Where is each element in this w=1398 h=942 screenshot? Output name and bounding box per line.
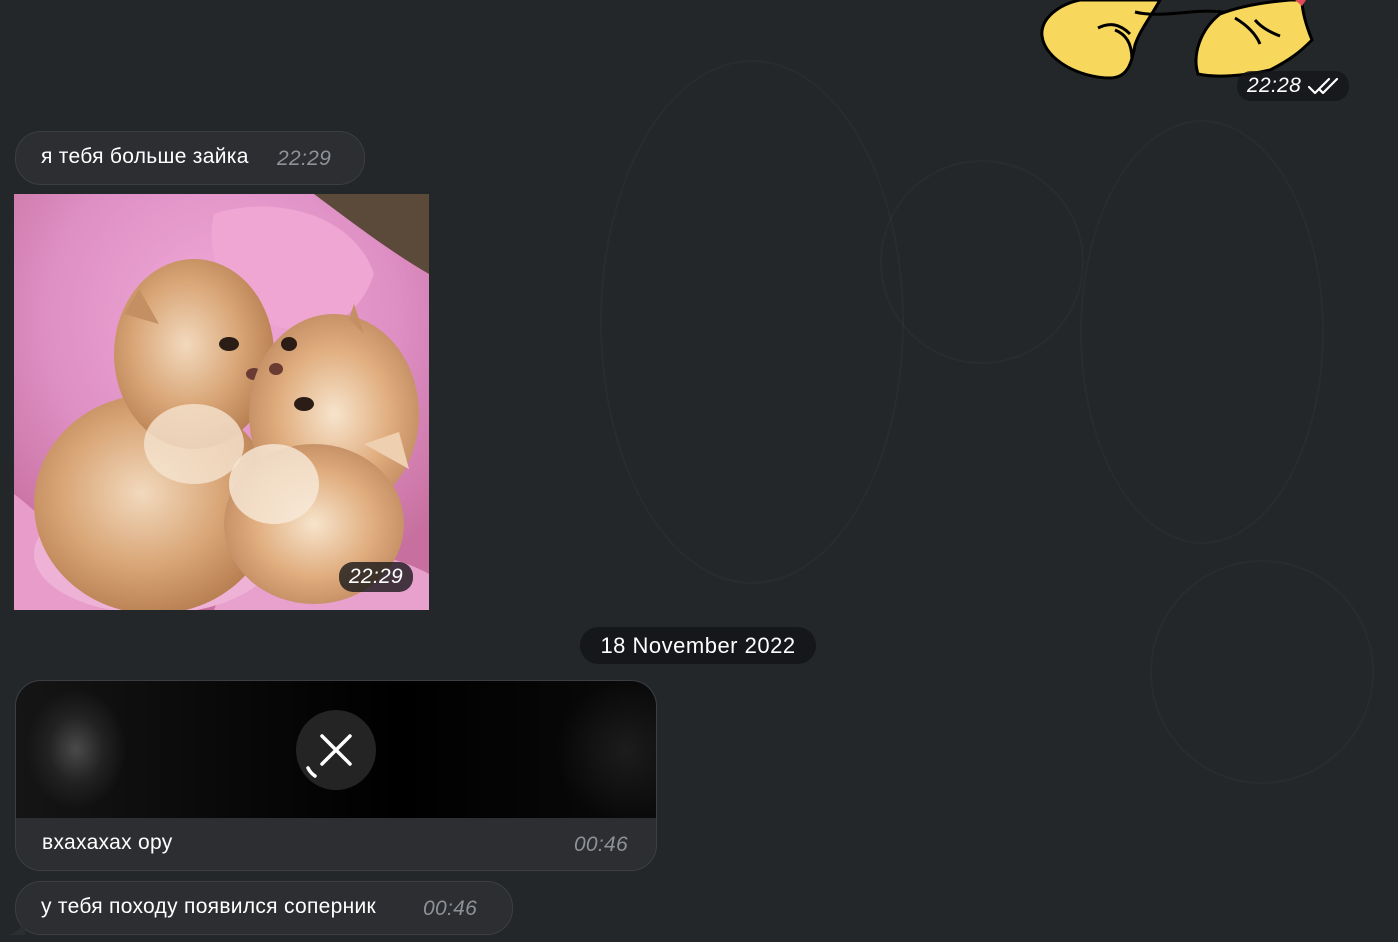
kittens-photo [14, 194, 429, 610]
photo-time-badge: 22:29 [338, 562, 413, 592]
background-pattern [600, 60, 904, 584]
text-message[interactable]: я тебя больше зайка 22:29 [15, 131, 365, 185]
message-time: 22:29 [277, 147, 332, 170]
date-label: 18 November 2022 [600, 632, 796, 658]
photo-message[interactable]: 22:29 [14, 194, 429, 610]
video-message[interactable]: вхахахах ору 00:46 [15, 680, 657, 871]
message-text: я тебя больше зайка [41, 145, 249, 168]
text-message[interactable]: у тебя походу появился соперник 00:46 [7, 881, 513, 935]
sticker-time-badge: 22:28 [1237, 71, 1350, 101]
cancel-download-button[interactable] [296, 710, 376, 790]
double-check-icon [1307, 77, 1339, 95]
close-icon [306, 734, 352, 778]
bubble-tail [7, 919, 25, 935]
background-pattern [1150, 560, 1374, 784]
background-pattern [880, 160, 1084, 364]
background-pattern [1080, 120, 1324, 544]
message-time: 00:46 [423, 897, 478, 920]
sticker-time: 22:28 [1247, 74, 1302, 97]
video-time: 00:46 [573, 833, 628, 856]
message-text: у тебя походу появился соперник [41, 895, 377, 918]
photo-time: 22:29 [348, 565, 403, 588]
duck-sticker [1040, 0, 1314, 80]
video-preview[interactable] [16, 681, 656, 818]
date-separator: 18 November 2022 [580, 627, 816, 664]
video-caption: вхахахах ору [42, 831, 173, 854]
